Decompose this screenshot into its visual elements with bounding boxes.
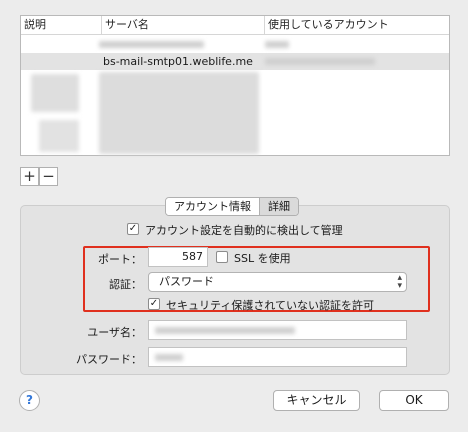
auto-detect-checkbox[interactable]: ✓ [127, 223, 139, 235]
auto-detect-label: アカウント設定を自動的に検出して管理 [145, 224, 343, 237]
cancel-button[interactable]: キャンセル [273, 390, 360, 411]
table-header: 説明 サーバ名 使用しているアカウント [21, 16, 449, 35]
port-label: ポート： [98, 253, 142, 266]
table-row-selected[interactable]: bs-mail-smtp01.weblife.me [21, 53, 449, 70]
ok-button[interactable]: OK [379, 390, 449, 411]
redacted-username [155, 327, 295, 334]
ssl-checkbox[interactable] [216, 251, 228, 263]
redacted-account [265, 41, 289, 48]
column-header-description[interactable]: 説明 [21, 16, 101, 34]
ssl-label: SSL を使用 [234, 252, 291, 265]
auth-select-value: パスワード [159, 275, 214, 288]
server-table: 説明 サーバ名 使用しているアカウント bs-mail-smtp01.webli… [20, 15, 450, 156]
server-name-cell: bs-mail-smtp01.weblife.me [103, 55, 253, 68]
password-field[interactable] [148, 347, 407, 367]
column-header-server[interactable]: サーバ名 [101, 16, 264, 34]
redacted-password [155, 354, 183, 361]
add-server-button[interactable]: + [20, 167, 39, 186]
redacted-content [31, 74, 79, 112]
auth-label: 認証： [109, 278, 142, 291]
redacted-account [265, 58, 375, 65]
username-field[interactable] [148, 320, 407, 340]
column-header-account[interactable]: 使用しているアカウント [264, 16, 450, 34]
redacted-content [39, 120, 79, 152]
chevron-updown-icon: ▴ ▾ [397, 273, 402, 291]
redacted-content [99, 72, 259, 154]
allow-insecure-auth-checkbox[interactable]: ✓ [148, 298, 160, 310]
remove-server-button[interactable]: − [39, 167, 58, 186]
tab-account-info[interactable]: アカウント情報 [166, 198, 260, 215]
tab-bar: アカウント情報 詳細 [165, 197, 299, 216]
username-label: ユーザ名： [87, 326, 142, 339]
table-row[interactable] [21, 36, 449, 53]
redacted-server [99, 41, 204, 48]
port-field[interactable]: 587 [148, 247, 208, 267]
help-button[interactable]: ? [19, 390, 40, 411]
password-label: パスワード： [76, 353, 142, 366]
auth-select[interactable]: パスワード ▴ ▾ [148, 272, 407, 292]
tab-advanced[interactable]: 詳細 [260, 198, 298, 215]
allow-insecure-auth-label: セキュリティ保護されていない認証を許可 [166, 299, 375, 312]
